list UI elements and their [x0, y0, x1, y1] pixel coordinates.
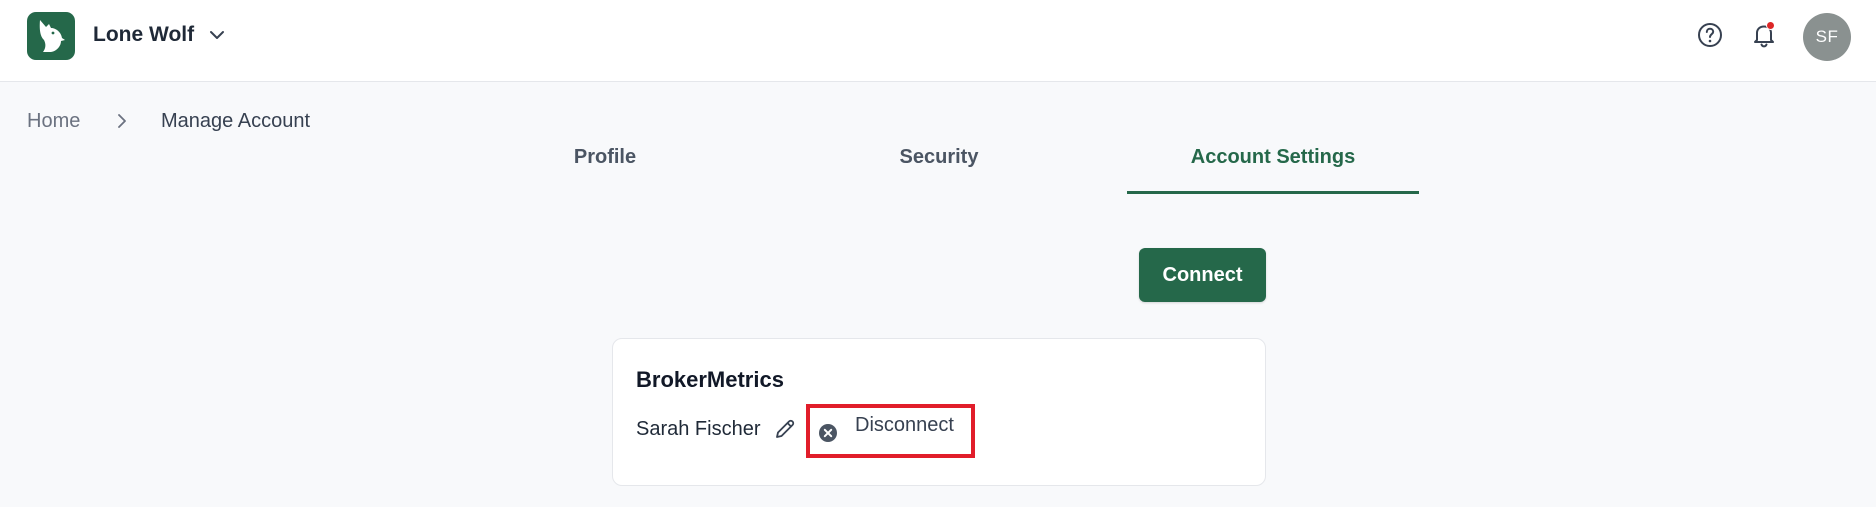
integration-title: BrokerMetrics [636, 367, 784, 392]
x-circle-icon[interactable] [818, 423, 838, 443]
tab-security[interactable]: Security [859, 146, 1019, 194]
brand-name[interactable]: Lone Wolf [93, 23, 194, 47]
breadcrumb-current: Manage Account [161, 110, 310, 132]
connect-button[interactable]: Connect [1139, 248, 1266, 302]
chevron-down-icon[interactable] [208, 26, 226, 44]
tab-profile[interactable]: Profile [525, 146, 685, 194]
notification-dot [1766, 21, 1775, 30]
disconnect-label[interactable]: Disconnect [855, 414, 954, 437]
wolf-logo-icon[interactable] [27, 12, 75, 60]
chevron-right-icon [118, 114, 126, 128]
breadcrumb-home[interactable]: Home [27, 110, 80, 133]
question-circle-icon[interactable] [1697, 22, 1723, 48]
integration-user-name: Sarah Fischer [636, 418, 761, 440]
tab-account-settings[interactable]: Account Settings [1127, 146, 1419, 194]
pencil-icon[interactable] [773, 417, 797, 441]
top-bar: Lone Wolf SF [0, 0, 1876, 82]
avatar[interactable]: SF [1803, 13, 1851, 61]
